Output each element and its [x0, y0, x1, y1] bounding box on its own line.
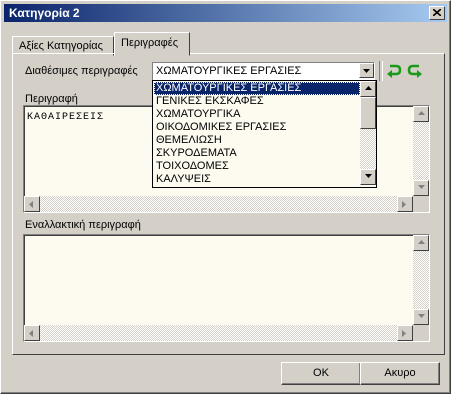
tab-label: Αξίες Κατηγορίας: [19, 40, 103, 52]
ok-button[interactable]: OK: [281, 362, 361, 385]
scroll-right-button[interactable]: [397, 325, 413, 341]
arrow-right-icon: [402, 330, 406, 337]
tab-descriptions[interactable]: Περιγραφές: [114, 32, 190, 56]
tab-label: Περιγραφές: [121, 37, 179, 49]
scroll-up-button[interactable]: [360, 81, 376, 97]
list-item[interactable]: ΚΑΛΥΨΕΙΣ: [154, 173, 360, 186]
chevron-down-icon: [363, 69, 370, 73]
arrow-up-icon: [365, 86, 372, 90]
redo-arrow-icon: [407, 64, 422, 78]
redo-button[interactable]: [406, 62, 424, 80]
scroll-down-button[interactable]: [413, 309, 429, 325]
arrow-left-icon: [29, 201, 33, 208]
alt-vertical-scrollbar[interactable]: [413, 235, 429, 325]
scroll-down-button[interactable]: [360, 169, 376, 185]
alternative-description-memo[interactable]: [23, 234, 430, 342]
cancel-button[interactable]: Ακυρο: [360, 362, 440, 385]
scroll-corner: [413, 325, 429, 341]
available-descriptions-label: Διαθέσιμες περιγραφές: [25, 65, 138, 77]
available-descriptions-combobox[interactable]: ΧΩΜΑΤΟΥΡΓΙΚΕΣ ΕΡΓΑΣΙΕΣ: [152, 62, 375, 81]
title-bar[interactable]: Κατηγορία 2: [4, 4, 447, 22]
description-text: ΚΑΘΑΙΡΕΣΕΙΣ: [27, 112, 105, 123]
arrow-down-icon: [418, 185, 425, 189]
alt-horizontal-scrollbar[interactable]: [24, 325, 413, 341]
arrow-down-icon: [418, 314, 425, 318]
dropdown-scrollbar[interactable]: [360, 81, 376, 185]
window-title: Κατηγορία 2: [9, 6, 80, 20]
scroll-down-button[interactable]: [413, 180, 429, 196]
descriptions-dropdown-list[interactable]: ΧΩΜΑΤΟΥΡΓΙΚΕΣ ΕΡΓΑΣΙΕΣ ΓΕΝΙΚΕΣ ΕΚΣΚΑΦΕΣ …: [152, 80, 377, 188]
list-item[interactable]: ΓΕΝΙΚΕΣ ΕΚΣΚΑΦΕΣ: [154, 95, 360, 108]
arrow-up-icon: [418, 240, 425, 244]
scroll-corner: [413, 196, 429, 212]
combobox-dropdown-button[interactable]: [359, 63, 374, 78]
description-label: Περιγραφή: [25, 93, 78, 105]
scroll-right-button[interactable]: [397, 196, 413, 212]
arrow-up-icon: [418, 111, 425, 115]
list-item[interactable]: ΧΩΜΑΤΟΥΡΓΙΚΑ: [154, 108, 360, 121]
list-item[interactable]: ΘΕΜΕΛΙΩΣΗ: [154, 134, 360, 147]
scroll-up-button[interactable]: [413, 106, 429, 122]
toolbar-separator: [379, 61, 383, 81]
description-horizontal-scrollbar[interactable]: [24, 196, 413, 212]
arrow-right-icon: [402, 201, 406, 208]
list-item[interactable]: ΤΟΙΧΟΔΟΜΕΣ: [154, 160, 360, 173]
scroll-left-button[interactable]: [24, 196, 40, 212]
scroll-thumb[interactable]: [360, 97, 376, 129]
list-item[interactable]: ΧΩΜΑΤΟΥΡΓΙΚΕΣ ΕΡΓΑΣΙΕΣ: [154, 82, 360, 95]
close-button[interactable]: [429, 6, 445, 20]
list-item[interactable]: ΟΙΚΟΔΟΜΙΚΕΣ ΕΡΓΑΣΙΕΣ: [154, 121, 360, 134]
scroll-left-button[interactable]: [24, 325, 40, 341]
undo-arrow-icon: [387, 64, 402, 78]
description-vertical-scrollbar[interactable]: [413, 106, 429, 196]
close-icon: [433, 9, 441, 16]
arrow-left-icon: [29, 330, 33, 337]
arrow-down-icon: [365, 174, 372, 178]
alternative-description-label: Εναλλακτική περιγραφή: [25, 219, 141, 231]
list-item[interactable]: ΣΚΥΡΟΔΕΜΑΤΑ: [154, 147, 360, 160]
undo-button[interactable]: [385, 62, 403, 80]
combobox-value: ΧΩΜΑΤΟΥΡΓΙΚΕΣ ΕΡΓΑΣΙΕΣ: [156, 65, 302, 77]
dialog-window: Κατηγορία 2 Αξίες Κατηγορίας Περιγραφές …: [0, 0, 451, 394]
scroll-up-button[interactable]: [413, 235, 429, 251]
